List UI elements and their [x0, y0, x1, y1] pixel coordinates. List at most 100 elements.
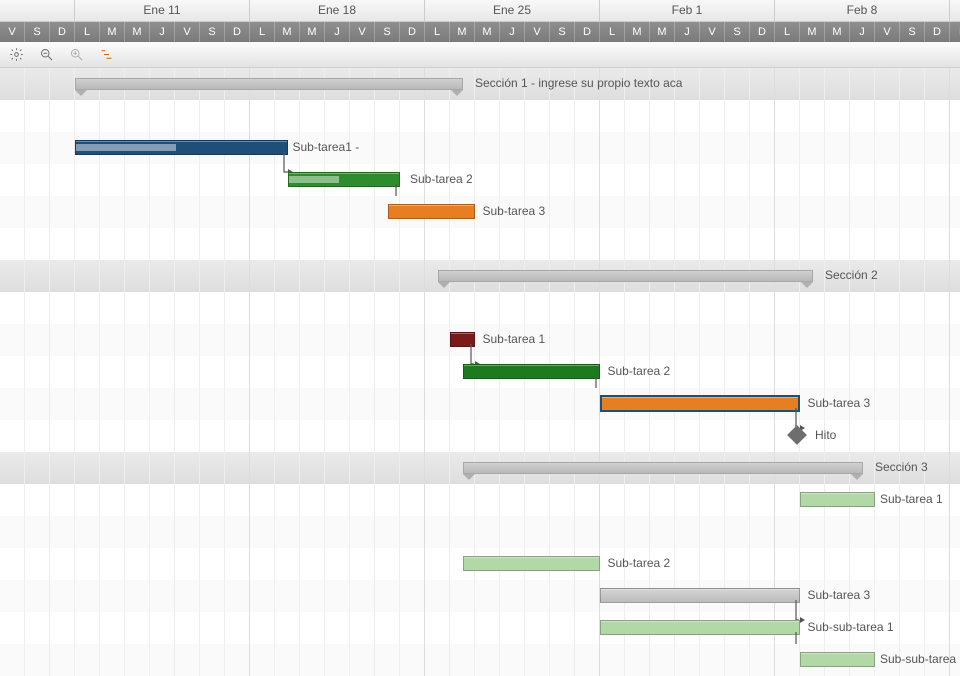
- section-label: Sección 1 - ingrese su propio texto aca: [475, 76, 682, 91]
- task-label: Sub-tarea 3: [808, 396, 871, 411]
- day-col: J: [325, 22, 350, 42]
- week-col: Ene 18: [250, 0, 425, 21]
- day-col: L: [950, 22, 960, 42]
- task-bar[interactable]: [600, 588, 800, 603]
- spacer-row: [0, 292, 960, 324]
- task-row: Sub-tarea 2: [0, 356, 960, 388]
- day-col: M: [450, 22, 475, 42]
- task-row: Sub-tarea 3: [0, 580, 960, 612]
- timeline-header-weeks: Ene 11 Ene 18 Ene 25 Feb 1 Feb 8: [0, 0, 960, 22]
- task-label: Sub-tarea 1: [483, 332, 546, 347]
- timeline-header-days: VSDLMMJVSDLMMJVSDLMMJVSDLMMJVSDLMMJVSDL: [0, 22, 960, 42]
- task-label: Sub-tarea 2: [608, 556, 671, 571]
- outline-icon[interactable]: [98, 47, 114, 63]
- day-col: M: [300, 22, 325, 42]
- task-row: Sub-sub-tarea 2: [0, 644, 960, 676]
- task-bar[interactable]: [463, 556, 601, 571]
- task-row: Sub-tarea 3: [0, 196, 960, 228]
- section-summary-bar[interactable]: [463, 462, 863, 474]
- task-label: Sub-tarea1 -: [293, 140, 360, 155]
- day-col: J: [675, 22, 700, 42]
- day-col: V: [875, 22, 900, 42]
- task-label: Sub-sub-tarea 1: [808, 620, 894, 635]
- day-col: L: [600, 22, 625, 42]
- milestone-row: Hito: [0, 420, 960, 452]
- day-col: V: [700, 22, 725, 42]
- day-col: V: [525, 22, 550, 42]
- task-bar[interactable]: [600, 620, 800, 635]
- gantt-chart[interactable]: Sección 1 - ingrese su propio texto aca …: [0, 68, 960, 575]
- section-label: Sección 2: [825, 268, 878, 283]
- day-col: L: [75, 22, 100, 42]
- task-label: Sub-tarea 1: [880, 492, 943, 507]
- section-row: Sección 2: [0, 260, 960, 292]
- section-row: Sección 3: [0, 452, 960, 484]
- day-col: J: [500, 22, 525, 42]
- spacer-row: [0, 516, 960, 548]
- milestone-label: Hito: [815, 428, 836, 443]
- section-summary-bar[interactable]: [438, 270, 813, 282]
- task-bar[interactable]: [463, 364, 601, 379]
- day-col: L: [250, 22, 275, 42]
- task-label: Sub-tarea 2: [410, 172, 473, 187]
- day-col: D: [400, 22, 425, 42]
- day-col: M: [125, 22, 150, 42]
- day-col: V: [0, 22, 25, 42]
- day-col: D: [575, 22, 600, 42]
- spacer-row: [0, 228, 960, 260]
- day-col: S: [200, 22, 225, 42]
- zoom-out-icon[interactable]: [38, 47, 54, 63]
- day-col: S: [725, 22, 750, 42]
- task-bar[interactable]: [388, 204, 476, 219]
- day-col: S: [900, 22, 925, 42]
- task-row: Sub-sub-tarea 1: [0, 612, 960, 644]
- week-lead: [0, 0, 75, 21]
- day-col: J: [850, 22, 875, 42]
- week-col: Ene 11: [75, 0, 250, 21]
- day-col: M: [800, 22, 825, 42]
- task-bar[interactable]: [288, 172, 401, 187]
- week-col: Feb 1: [600, 0, 775, 21]
- task-row: Sub-tarea1 -: [0, 132, 960, 164]
- section-summary-bar[interactable]: [75, 78, 463, 90]
- task-label: Sub-tarea 3: [483, 204, 546, 219]
- task-bar[interactable]: [600, 395, 800, 412]
- day-col: V: [175, 22, 200, 42]
- task-label: Sub-tarea 2: [608, 364, 671, 379]
- day-col: D: [925, 22, 950, 42]
- day-col: D: [50, 22, 75, 42]
- task-bar[interactable]: [75, 140, 288, 155]
- toolbar: [0, 42, 960, 68]
- day-col: M: [275, 22, 300, 42]
- day-col: D: [225, 22, 250, 42]
- day-col: M: [625, 22, 650, 42]
- spacer-row: [0, 100, 960, 132]
- task-row: Sub-tarea 2: [0, 548, 960, 580]
- task-row: Sub-tarea 1: [0, 484, 960, 516]
- day-col: S: [550, 22, 575, 42]
- day-col: D: [750, 22, 775, 42]
- gear-icon[interactable]: [8, 47, 24, 63]
- zoom-in-icon[interactable]: [68, 47, 84, 63]
- task-row: Sub-tarea 2: [0, 164, 960, 196]
- day-col: L: [775, 22, 800, 42]
- week-col: Feb 8: [775, 0, 950, 21]
- week-col: Ene 25: [425, 0, 600, 21]
- day-col: M: [650, 22, 675, 42]
- day-col: L: [425, 22, 450, 42]
- day-col: S: [25, 22, 50, 42]
- task-label: Sub-tarea 3: [808, 588, 871, 603]
- day-col: M: [475, 22, 500, 42]
- task-row: Sub-tarea 3: [0, 388, 960, 420]
- task-bar[interactable]: [800, 492, 875, 507]
- day-col: M: [825, 22, 850, 42]
- day-col: V: [350, 22, 375, 42]
- section-row: Sección 1 - ingrese su propio texto aca: [0, 68, 960, 100]
- day-col: J: [150, 22, 175, 42]
- task-bar[interactable]: [800, 652, 875, 667]
- task-row: Sub-tarea 1: [0, 324, 960, 356]
- task-label: Sub-sub-tarea 2: [880, 652, 960, 667]
- day-col: S: [375, 22, 400, 42]
- section-label: Sección 3: [875, 460, 928, 475]
- day-col: M: [100, 22, 125, 42]
